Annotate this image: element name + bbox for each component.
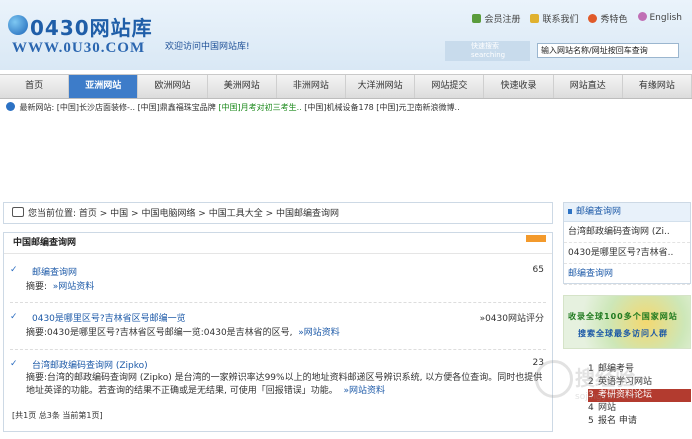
nav-item-europe[interactable]: 欧洲网站 [138, 75, 208, 98]
checkmark-icon: ✓ [10, 359, 18, 369]
site-title-link[interactable]: 邮编查询网 [32, 265, 77, 278]
rank-item[interactable]: 1 邮编考号 [588, 363, 691, 376]
rank-list: 1 邮编考号 2 英语学习网站 3 考研资料论坛 4 网站 5 报名 申请 [588, 363, 691, 428]
contact-label: 联系我们 [542, 15, 579, 25]
news-item[interactable]: [中国]长沙店面装修-.. [57, 103, 135, 112]
rank-number: 5 [588, 416, 594, 426]
logo-text-cn: 0430网站库 [30, 16, 153, 40]
rss-icon[interactable] [526, 235, 546, 242]
panel-title-text: 中国邮编查询网 [13, 238, 77, 248]
list-item: ✓ 0430是哪里区号?吉林省区号邮编一览 »0430网站评分 摘要:0430是… [4, 303, 552, 349]
rank-text: 网站 [598, 403, 617, 413]
related-site-link[interactable]: 台湾邮政编码查询网 (Zi.. [564, 222, 690, 243]
contact-link[interactable]: 联系我们 [530, 12, 578, 25]
speaker-icon [12, 207, 24, 217]
nav-item-direct[interactable]: 网站直达 [554, 75, 623, 98]
pagination: [共1页 总3条 当前第1页] [12, 411, 103, 420]
banner-line-1: 收录全球100多个国家网站 [568, 312, 678, 321]
latest-sites-label: 最新网站: [19, 103, 55, 112]
summary-label: 摘要: [26, 282, 48, 292]
list-item: ✓ 台湾邮政编码查询网 (Zipko) 23 摘要:台湾的邮政编码查询网 (Zi… [4, 350, 552, 410]
welcome-text: 欢迎访问中国网站库! [165, 42, 250, 52]
news-item[interactable]: [中国]鼎鑫福珠宝品牌 [138, 103, 216, 112]
english-label: English [649, 13, 683, 23]
nav-item-asia[interactable]: 亚洲网站 [69, 75, 139, 98]
search-label: 快速搜索 searching [445, 41, 530, 61]
site-list-panel: 中国邮编查询网 ✓ 邮编查询网 65 摘要: »网站资料 ✓ 0430是哪里区号… [3, 232, 553, 432]
rank-text: 邮编考号 [598, 364, 635, 374]
nav-item-africa[interactable]: 非洲网站 [277, 75, 347, 98]
list-item: ✓ 邮编查询网 65 摘要: »网站资料 [4, 254, 552, 302]
panel-title: 中国邮编查询网 [4, 233, 552, 254]
breadcrumb: 您当前位置: 首页 > 中国 > 中国电脑网络 > 中国工具大全 > 中国邮编查… [3, 202, 553, 224]
news-item[interactable]: [中国]月考对初三考生.. [218, 103, 301, 112]
flag-icon [637, 12, 647, 21]
search-label-en: searching [471, 51, 506, 59]
register-label: 会员注册 [484, 15, 521, 25]
checkmark-icon: ✓ [10, 265, 18, 275]
arrow-icon [6, 102, 15, 111]
summary-text: 台湾的邮政编码查询网 (Zipko) 是台湾的一家辨识率达99%以上的地址资料邮… [26, 373, 543, 396]
search-input[interactable]: 输入网站名称/网址按回车查询 [537, 43, 679, 58]
site-header: 0430网站库 WWW.0U30.COM 欢迎访问中国网站库! 会员注册 联系我… [0, 0, 692, 70]
search-label-cn: 快速搜索 [471, 42, 499, 50]
site-info-link[interactable]: »网站资料 [298, 328, 340, 338]
news-item[interactable]: [中国]机械设备178 [304, 103, 374, 112]
related-sites-title: 邮编查询网 [564, 203, 690, 222]
news-item[interactable]: [中国]元卫南新浪微博.. [376, 103, 459, 112]
latest-sites-bar: 最新网站: [中国]长沙店面装修-.. [中国]鼎鑫福珠宝品牌 [中国]月考对初… [0, 100, 692, 115]
rank-item[interactable]: 2 英语学习网站 [588, 376, 691, 389]
summary-label: 摘要: [26, 373, 48, 383]
rank-item[interactable]: 5 报名 申请 [588, 415, 691, 428]
site-rating-link[interactable]: »0430网站评分 [480, 311, 544, 324]
nav-item-submit[interactable]: 网站提交 [415, 75, 485, 98]
nav-item-home[interactable]: 首页 [0, 75, 70, 98]
rank-item[interactable]: 4 网站 [588, 402, 691, 415]
related-sites-panel: 邮编查询网 台湾邮政编码查询网 (Zi.. 0430是哪里区号?吉林省.. 邮编… [563, 202, 691, 285]
promo-banner[interactable]: 收录全球100多个国家网站 搜索全球最多访问人群 [563, 295, 691, 349]
user-icon [472, 14, 482, 23]
heart-icon [588, 14, 598, 23]
rank-text: 英语学习网站 [598, 377, 653, 387]
rank-text: 报名 申请 [598, 416, 637, 426]
rank-item[interactable]: 3 考研资料论坛 [588, 389, 691, 402]
feature-label: 秀特色 [600, 15, 628, 25]
main-nav: 首页 亚洲网站 欧洲网站 美洲网站 非洲网站 大洋洲网站 网站提交 快速收录 网… [0, 74, 692, 99]
search-area: 快速搜索 searching 输入网站名称/网址按回车查询 [445, 41, 685, 61]
rating-count: 23 [532, 358, 544, 368]
rating-count: 65 [532, 265, 544, 275]
breadcrumb-prefix: 您当前位置: [28, 209, 77, 219]
nav-item-quick-index[interactable]: 快速收录 [484, 75, 554, 98]
site-title-link[interactable]: 0430是哪里区号?吉林省区号邮编一览 [32, 311, 186, 324]
site-logo[interactable]: 0430网站库 WWW.0U30.COM [8, 10, 158, 58]
register-link[interactable]: 会员注册 [472, 12, 520, 25]
summary-text: 0430是哪里区号?吉林省区号邮编一览:0430是吉林省的区号, [47, 328, 293, 338]
summary-label: 摘要: [26, 328, 48, 338]
rank-number: 2 [588, 377, 594, 387]
related-site-link[interactable]: 0430是哪里区号?吉林省.. [564, 243, 690, 264]
logo-text-en: WWW.0U30.COM [12, 40, 146, 56]
rank-number: 1 [588, 364, 594, 374]
site-info-link[interactable]: »网站资料 [343, 386, 385, 396]
banner-line-2: 搜索全球最多访问人群 [578, 329, 668, 338]
site-info-link[interactable]: »网站资料 [53, 282, 95, 292]
summary-row: 摘要:台湾的邮政编码查询网 (Zipko) 是台湾的一家辨识率达99%以上的地址… [26, 372, 546, 398]
nav-item-fate[interactable]: 有缘网站 [623, 75, 692, 98]
feature-link[interactable]: 秀特色 [588, 12, 628, 25]
english-link[interactable]: English [637, 12, 683, 25]
related-site-link[interactable]: 邮编查询网 [564, 264, 690, 285]
summary-row: 摘要:0430是哪里区号?吉林省区号邮编一览:0430是吉林省的区号, »网站资… [26, 327, 340, 340]
rank-text: 考研资料论坛 [598, 390, 653, 400]
rank-number: 3 [588, 390, 594, 400]
top-links: 会员注册 联系我们 秀特色 English [472, 12, 682, 25]
nav-item-oceania[interactable]: 大洋洲网站 [346, 75, 416, 98]
breadcrumb-path[interactable]: 首页 > 中国 > 中国电脑网络 > 中国工具大全 > 中国邮编查询网 [79, 209, 339, 219]
globe-icon [8, 15, 28, 35]
summary-row: 摘要: »网站资料 [26, 281, 94, 294]
rank-number: 4 [588, 403, 594, 413]
checkmark-icon: ✓ [10, 312, 18, 322]
pencil-icon [530, 14, 540, 23]
site-title-link[interactable]: 台湾邮政编码查询网 (Zipko) [32, 358, 148, 371]
nav-item-america[interactable]: 美洲网站 [208, 75, 277, 98]
